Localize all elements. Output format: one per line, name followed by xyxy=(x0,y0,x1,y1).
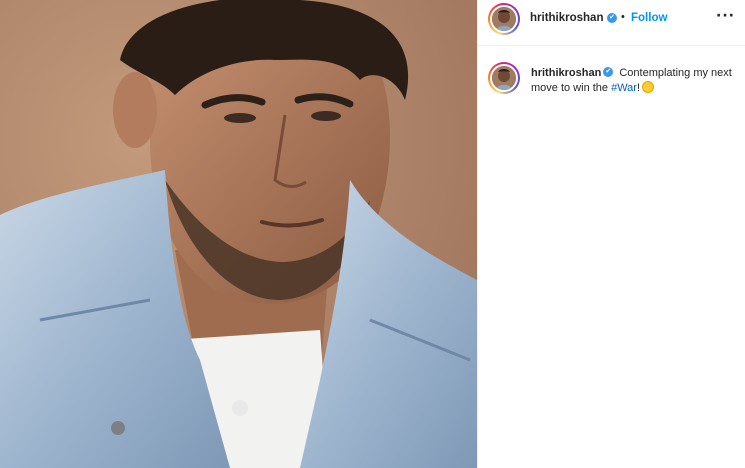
caption-username[interactable]: hrithikroshan xyxy=(531,67,601,79)
avatar-image xyxy=(492,7,516,31)
post-header: hrithikroshan ✔ • Follow ··· xyxy=(478,0,745,46)
caption-avatar[interactable] xyxy=(488,62,520,94)
header-username[interactable]: hrithikroshan xyxy=(530,12,603,24)
instagram-post: hrithikroshan ✔ • Follow ··· hrithikrosh… xyxy=(0,0,745,468)
post-side-panel: hrithikroshan ✔ • Follow ··· hrithikrosh… xyxy=(477,0,745,468)
more-options-icon[interactable]: ··· xyxy=(716,8,735,24)
separator-dot: • xyxy=(621,11,625,23)
follow-button[interactable]: Follow xyxy=(631,12,667,24)
portrait-illustration xyxy=(0,0,477,468)
caption-tail: ! xyxy=(636,82,641,94)
smirking-face-emoji-icon xyxy=(642,81,655,94)
caption-text: hrithikroshan ✔ Contemplating my next mov… xyxy=(531,66,736,96)
caption-verified-badge-icon: ✔ xyxy=(603,67,614,78)
caption-avatar-image xyxy=(492,66,516,90)
avatar[interactable] xyxy=(488,3,520,35)
hashtag-link[interactable]: #War xyxy=(611,82,637,94)
post-photo[interactable] xyxy=(0,0,477,468)
verified-badge-icon: ✔ xyxy=(607,13,617,23)
